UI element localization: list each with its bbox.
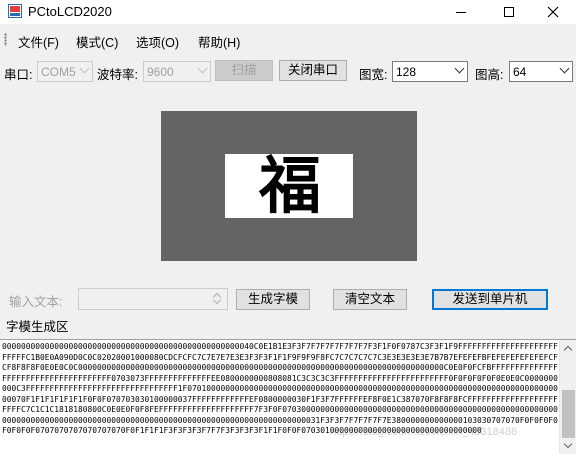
send-button[interactable]: 发送到单片机 — [432, 289, 548, 310]
menu-bar: 文件(F) 模式(C) 选项(O) 帮助(H) — [0, 28, 576, 50]
preview-panel: 福 — [161, 111, 417, 261]
glyph-canvas: 福 — [225, 154, 353, 218]
height-value: 64 — [513, 65, 527, 79]
scroll-up-icon[interactable] — [563, 345, 573, 355]
preview-character: 福 — [258, 154, 321, 218]
title-bar: PCtoLCD2020 — [0, 0, 576, 24]
menu-mode[interactable]: 模式(C) — [76, 32, 118, 51]
maximize-icon — [504, 7, 514, 17]
menu-file[interactable]: 文件(F) — [18, 32, 59, 51]
minimize-button[interactable] — [438, 0, 484, 24]
menu-options[interactable]: 选项(O) — [136, 32, 179, 51]
chevron-down-icon — [197, 63, 208, 74]
watermark: https://blog.csdn.net/weixin_43318486 — [330, 426, 518, 438]
generate-button[interactable]: 生成字模 — [236, 289, 310, 310]
minimize-icon — [456, 11, 466, 13]
baud-select[interactable]: 9600 — [143, 61, 211, 82]
scan-button[interactable]: 扫描 — [215, 60, 273, 81]
vertical-scrollbar[interactable] — [559, 340, 576, 454]
width-label: 图宽: — [359, 68, 388, 82]
height-select[interactable]: 64 — [509, 61, 573, 82]
input-spinner-icon[interactable] — [212, 291, 223, 307]
menu-help[interactable]: 帮助(H) — [198, 32, 240, 51]
baud-label: 波特率: — [97, 68, 138, 82]
port-value: COM5 — [41, 65, 76, 79]
width-value: 128 — [396, 65, 417, 79]
input-text-field[interactable] — [78, 288, 228, 310]
output-section-label: 字模生成区 — [6, 320, 69, 334]
close-port-button[interactable]: 关闭串口 — [279, 60, 347, 81]
input-text-label: 输入文本: — [9, 295, 63, 309]
width-select[interactable]: 128 — [392, 61, 468, 82]
baud-value: 9600 — [147, 65, 174, 79]
scroll-thumb[interactable] — [562, 390, 575, 438]
lcd-app-icon — [8, 4, 22, 18]
scroll-down-icon[interactable] — [563, 439, 573, 449]
clear-button[interactable]: 清空文本 — [333, 289, 407, 310]
chevron-down-icon — [559, 63, 570, 74]
window-title: PCtoLCD2020 — [28, 4, 112, 19]
chevron-down-icon — [79, 63, 90, 74]
maximize-button[interactable] — [486, 0, 532, 24]
height-label: 图高: — [475, 68, 504, 82]
close-button[interactable] — [530, 0, 576, 24]
chevron-down-icon — [454, 63, 465, 74]
close-icon — [547, 6, 559, 18]
menu-grip-icon[interactable] — [4, 33, 7, 46]
port-label: 串口: — [4, 68, 33, 82]
port-select[interactable]: COM5 — [37, 61, 93, 82]
output-text: 0000000000000000000000000000000000000000… — [2, 342, 558, 435]
